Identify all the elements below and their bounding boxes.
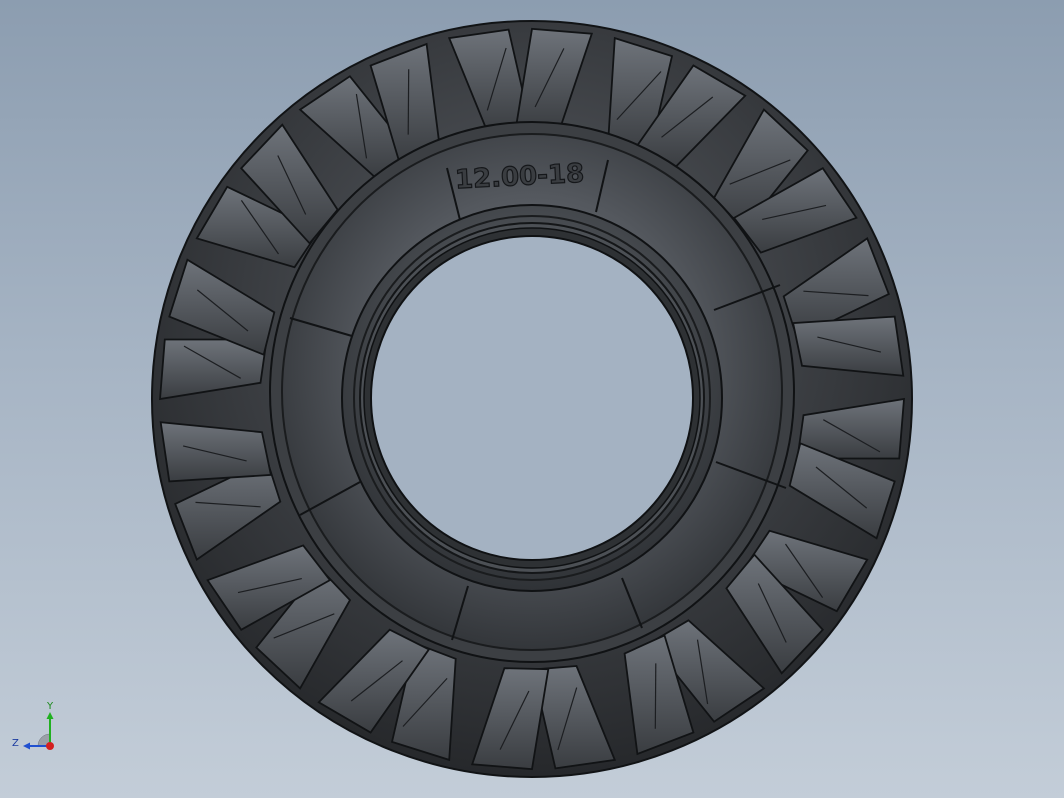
tire-model[interactable]: 12.00-18 (0, 0, 1064, 798)
rim-opening (370, 235, 694, 561)
tread-sipe (654, 663, 657, 729)
z-axis-arrow (23, 742, 30, 750)
y-axis-arrow (46, 712, 54, 719)
y-axis-label: Y (46, 701, 54, 712)
graphics-viewport[interactable]: 12.00-18 Y Z (0, 0, 1064, 798)
z-axis-label: Z (12, 738, 19, 749)
x-axis-dot (46, 742, 54, 750)
axis-triad[interactable]: Y Z (8, 698, 68, 758)
tread-block (792, 315, 905, 377)
tread-sipe (407, 69, 410, 135)
tread-block (159, 421, 272, 483)
